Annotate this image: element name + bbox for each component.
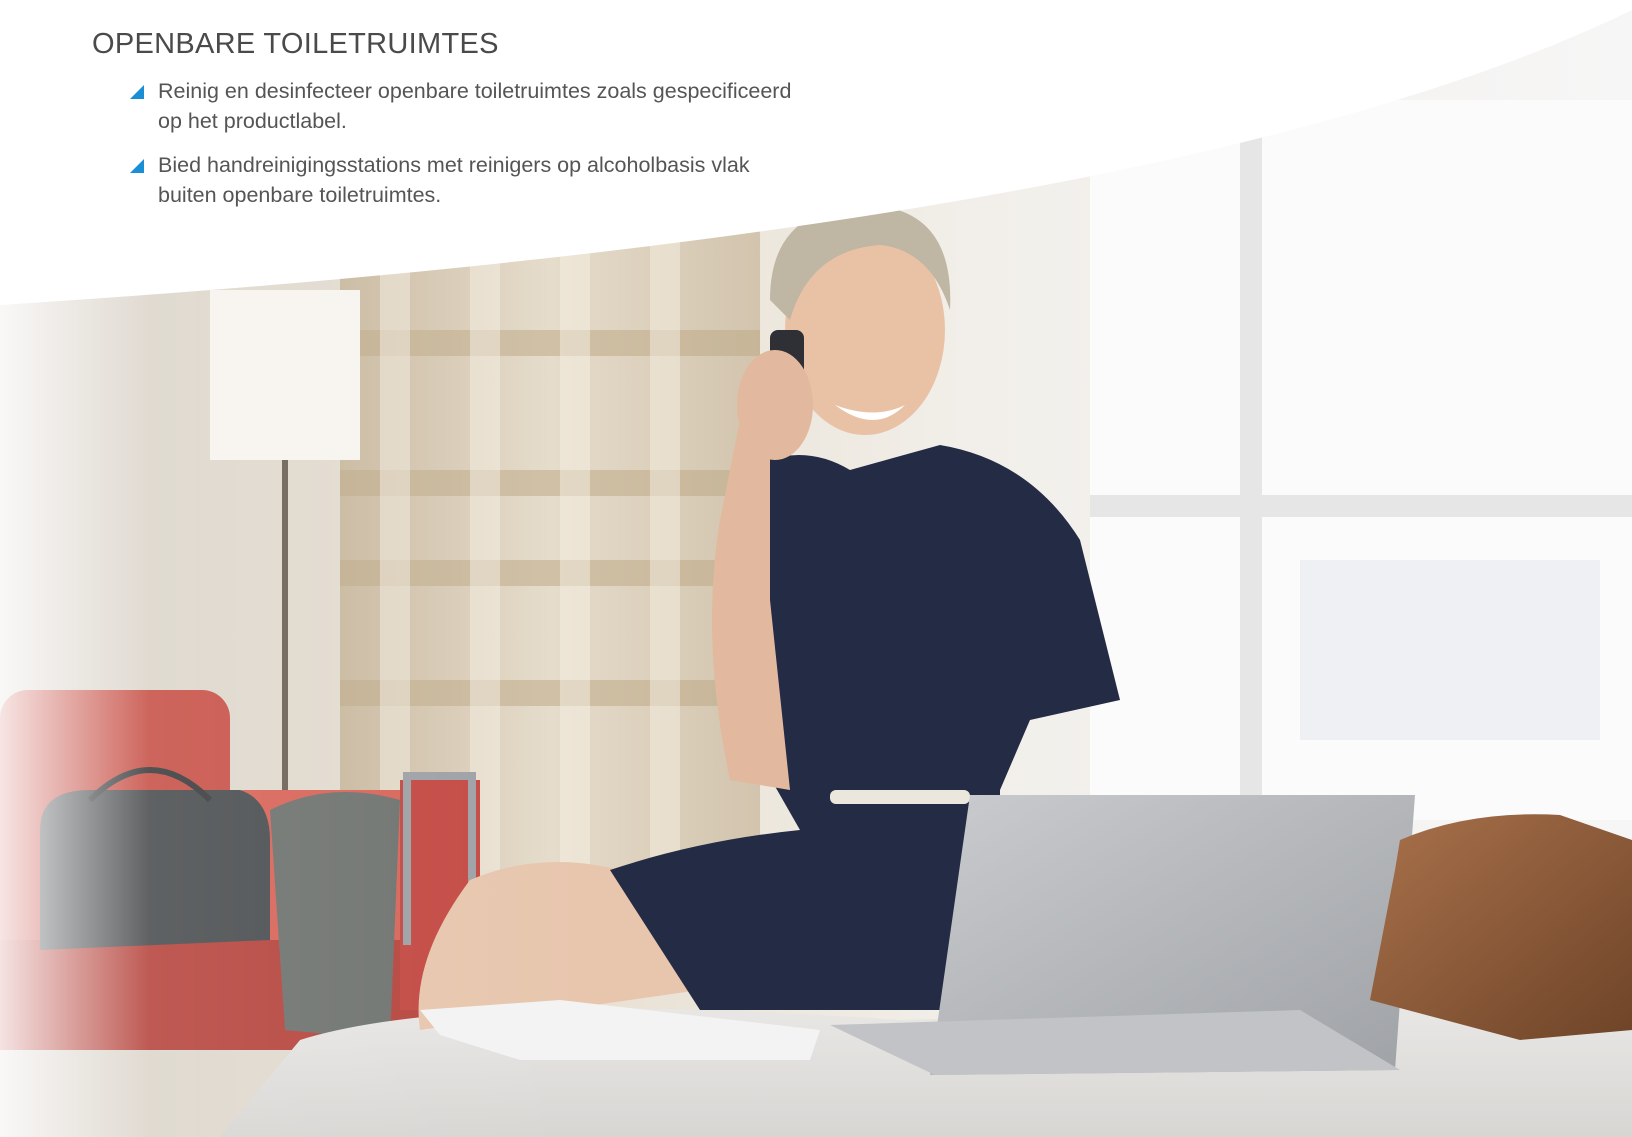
list-item: Bied handreinigingsstations met reiniger… bbox=[130, 150, 812, 210]
bullet-text: Reinig en desinfecteer openbare toiletru… bbox=[158, 79, 792, 133]
section-heading: OPENBARE TOILETRUIMTES bbox=[92, 28, 499, 60]
text-panel: OPENBARE TOILETRUIMTES Reinig en desinfe… bbox=[92, 24, 812, 224]
bullet-list: Reinig en desinfecteer openbare toiletru… bbox=[92, 76, 812, 210]
triangle-bullet-icon bbox=[130, 85, 144, 99]
triangle-bullet-icon bbox=[130, 159, 144, 173]
bullet-text: Bied handreinigingsstations met reiniger… bbox=[158, 153, 750, 207]
list-item: Reinig en desinfecteer openbare toiletru… bbox=[130, 76, 812, 136]
